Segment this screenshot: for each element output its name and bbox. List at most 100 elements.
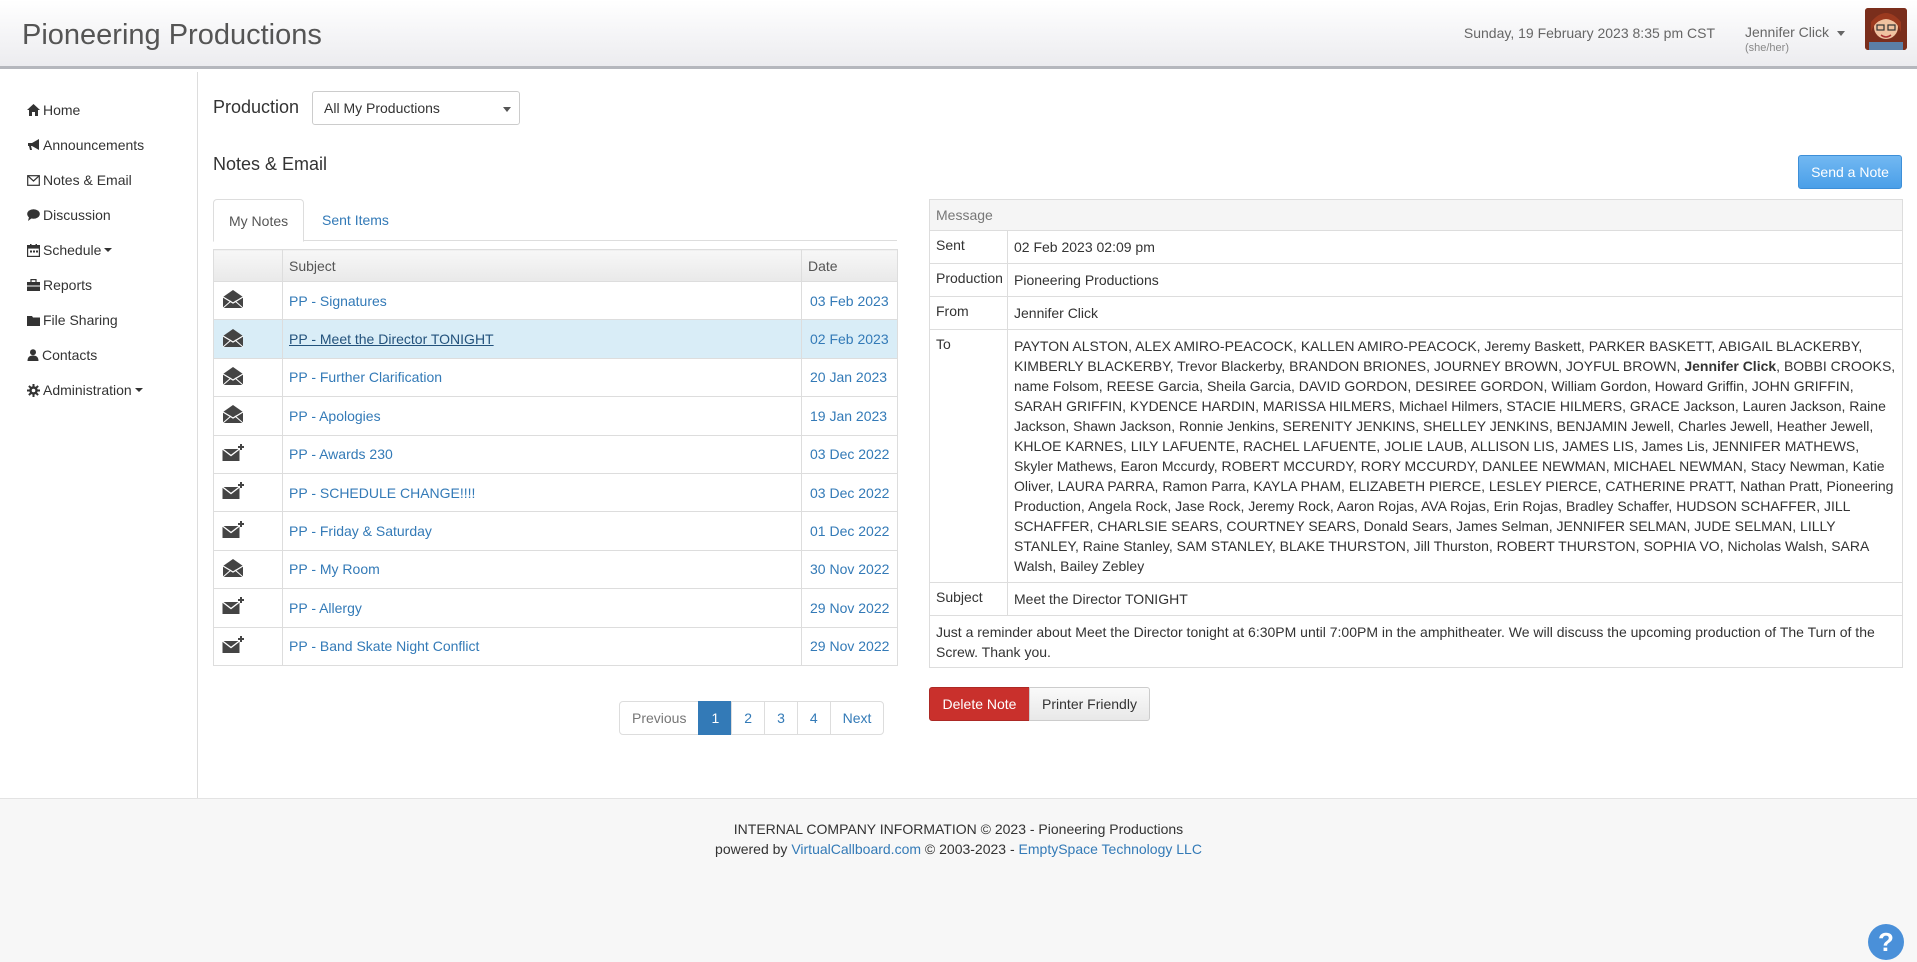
table-row[interactable]: PP - My Room 30 Nov 2022: [213, 549, 898, 590]
envelope-new-icon: [213, 588, 283, 628]
note-subject-cell: PP - My Room: [282, 549, 802, 590]
table-row[interactable]: PP - SCHEDULE CHANGE!!!! 03 Dec 2022: [213, 472, 898, 513]
table-row[interactable]: PP - Meet the Director TONIGHT 02 Feb 202…: [213, 319, 898, 359]
note-subject-cell: PP - SCHEDULE CHANGE!!!!: [282, 472, 802, 513]
briefcase-icon: [27, 279, 40, 291]
message-label-production: Production: [930, 264, 1008, 296]
user-name[interactable]: Jennifer Click: [1745, 24, 1829, 40]
note-date: 29 Nov 2022: [801, 588, 898, 628]
note-subject-cell: PP - Apologies: [282, 396, 802, 436]
caret-down-icon: [104, 248, 113, 252]
help-icon[interactable]: ?: [1868, 924, 1904, 960]
sidebar-item-file-sharing[interactable]: File Sharing: [27, 312, 118, 328]
note-subject-cell: PP - Friday & Saturday: [282, 511, 802, 551]
production-label: Production: [213, 97, 300, 117]
tab-my-notes[interactable]: My Notes: [213, 199, 305, 242]
note-subject-cell: PP - Allergy: [282, 588, 802, 628]
message-label-sent: Sent: [930, 231, 1008, 263]
delete-note-button[interactable]: Delete Note: [929, 687, 1030, 721]
message-row-from: From Jennifer Click: [930, 297, 1902, 330]
note-date: 01 Dec 2022: [801, 511, 898, 551]
note-subject-link[interactable]: PP - Further Clarification: [289, 369, 442, 385]
column-header-date[interactable]: Date: [801, 249, 898, 282]
table-row[interactable]: PP - Friday & Saturday 01 Dec 2022: [213, 511, 898, 551]
sidebar-item-administration[interactable]: Administration: [27, 382, 143, 398]
note-subject-link[interactable]: PP - SCHEDULE CHANGE!!!!: [289, 485, 475, 501]
table-row[interactable]: PP - Further Clarification 20 Jan 2023: [213, 357, 898, 398]
notes-table: Subject Date PP - Signatures 03 Feb 2023 P…: [213, 249, 898, 666]
sidebar-item-announcements[interactable]: Announcements: [27, 137, 144, 153]
envelope-open-icon: [213, 319, 283, 359]
note-subject-link[interactable]: PP - Friday & Saturday: [289, 523, 432, 539]
message-value-sent: 02 Feb 2023 02:09 pm: [1014, 239, 1155, 255]
table-row[interactable]: PP - Signatures 03 Feb 2023: [213, 280, 898, 321]
envelope-new-icon: [213, 472, 283, 513]
pagination-page-3[interactable]: 3: [764, 701, 798, 735]
note-subject-cell: PP - Awards 230: [282, 434, 802, 474]
note-subject-link[interactable]: PP - My Room: [289, 561, 380, 577]
note-date: 03 Feb 2023: [801, 280, 898, 321]
note-subject-link[interactable]: PP - Awards 230: [289, 446, 393, 462]
sidebar-item-schedule[interactable]: Schedule: [27, 242, 113, 258]
production-select-value: All My Productions: [324, 100, 440, 116]
printer-friendly-button[interactable]: Printer Friendly: [1029, 687, 1150, 721]
message-value-production: Pioneering Productions: [1014, 272, 1159, 288]
message-label-to: To: [930, 330, 1008, 582]
production-select[interactable]: All My Productions: [312, 91, 520, 125]
pagination-page-2[interactable]: 2: [731, 701, 766, 735]
user-pronouns: (she/her): [1744, 42, 1789, 54]
note-subject-link[interactable]: PP - Allergy: [289, 600, 362, 616]
sidebar-item-label: Notes & Email: [43, 172, 132, 188]
user-menu[interactable]: Jennifer Click (she/her): [1745, 24, 1845, 54]
send-note-button[interactable]: Send a Note: [1798, 155, 1902, 189]
envelope-open-icon: [213, 280, 283, 321]
note-subject-link[interactable]: PP - Meet the Director TONIGHT: [289, 331, 494, 347]
table-row[interactable]: PP - Apologies 19 Jan 2023: [213, 396, 898, 436]
envelope-open-icon: [213, 549, 283, 590]
note-subject-link[interactable]: PP - Signatures: [289, 293, 387, 309]
footer-powered-text: powered by: [715, 841, 792, 857]
sidebar-item-label: File Sharing: [43, 312, 118, 328]
table-row[interactable]: PP - Awards 230 03 Dec 2022: [213, 434, 898, 474]
column-header-subject[interactable]: Subject: [282, 249, 802, 282]
envelope-new-icon: [213, 434, 283, 474]
tab-sent-items[interactable]: Sent Items: [307, 199, 404, 241]
emptyspace-link[interactable]: EmptySpace Technology LLC: [1019, 841, 1202, 857]
sidebar-item-home[interactable]: Home: [27, 102, 80, 118]
note-subject-link[interactable]: PP - Band Skate Night Conflict: [289, 638, 479, 654]
note-date: 03 Dec 2022: [801, 434, 898, 474]
footer-powered-by: powered by VirtualCallboard.com © 2003-2…: [0, 841, 1917, 857]
avatar[interactable]: [1865, 8, 1907, 50]
footer-middle-text: © 2003-2023 -: [921, 841, 1019, 857]
sidebar-item-notes-email[interactable]: Notes & Email: [27, 172, 132, 188]
calendar-icon: [27, 243, 40, 257]
message-value-to: PAYTON ALSTON, ALEX AMIRO-PEACOCK, KALLE…: [1008, 330, 1902, 582]
caret-down-icon[interactable]: [1837, 30, 1845, 36]
page-title: Notes & Email: [213, 154, 328, 174]
message-label-subject: Subject: [930, 583, 1008, 615]
sidebar-item-label: Announcements: [43, 137, 145, 153]
note-date: 20 Jan 2023: [801, 357, 898, 398]
sidebar-item-reports[interactable]: Reports: [27, 277, 92, 293]
note-subject-cell: PP - Further Clarification: [282, 357, 802, 398]
pagination-next[interactable]: Next: [829, 701, 885, 735]
recipients-after: , BOBBI CROOKS, name Folsom, REESE Garci…: [1014, 358, 1896, 574]
table-row[interactable]: PP - Allergy 29 Nov 2022: [213, 588, 898, 628]
sidebar-item-contacts[interactable]: Contacts: [27, 347, 97, 363]
sidebar-item-label: Home: [43, 102, 81, 118]
virtualcallboard-link[interactable]: VirtualCallboard.com: [791, 841, 921, 857]
sidebar-item-discussion[interactable]: Discussion: [27, 207, 111, 223]
table-row[interactable]: PP - Band Skate Night Conflict 29 Nov 202…: [213, 626, 898, 666]
pagination-page-1[interactable]: 1: [698, 701, 733, 735]
envelope-open-icon: [213, 396, 283, 436]
caret-down-icon: [503, 107, 511, 112]
gear-icon: [27, 383, 40, 397]
pagination-previous[interactable]: Previous: [619, 701, 700, 735]
note-subject-link[interactable]: PP - Apologies: [289, 408, 381, 424]
sidebar-item-label: Schedule: [43, 242, 102, 258]
header-datetime: Sunday, 19 February 2023 8:35 pm CST: [1463, 25, 1715, 41]
footer: INTERNAL COMPANY INFORMATION © 2023 - Pi…: [0, 798, 1917, 962]
pagination-page-4[interactable]: 4: [796, 701, 831, 735]
brand-title[interactable]: Pioneering Productions: [22, 19, 322, 52]
bullhorn-icon: [28, 139, 39, 150]
